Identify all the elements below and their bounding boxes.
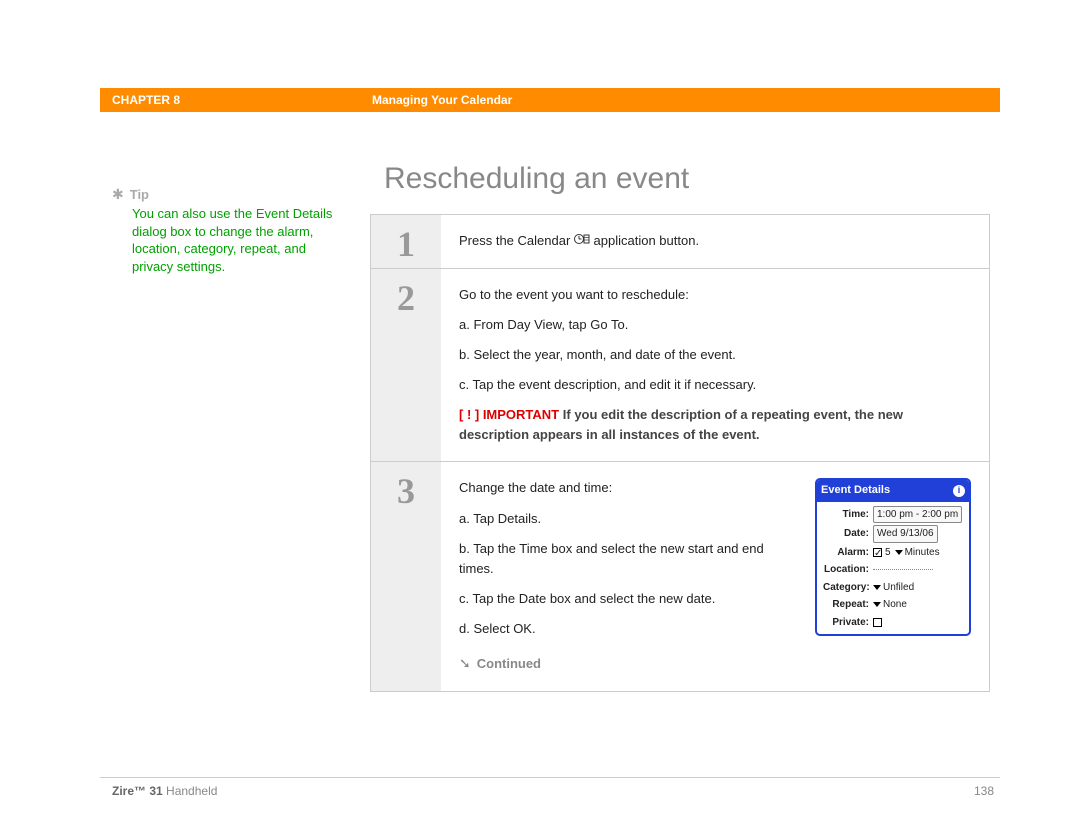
chapter-label: CHAPTER 8 — [112, 93, 372, 107]
evd-date-value[interactable]: Wed 9/13/06 — [873, 525, 938, 543]
event-details-title: Event Details — [821, 482, 890, 499]
evd-category-label: Category: — [823, 580, 873, 596]
step1-text: Press the Calendar — [459, 231, 971, 252]
step-number: 2 — [371, 269, 441, 462]
step2-a: a. From Day View, tap Go To. — [459, 315, 971, 335]
evd-date-label: Date: — [823, 526, 873, 542]
evd-alarm-label: Alarm: — [823, 545, 873, 561]
important-tag: [ ! ] IMPORTANT — [459, 407, 559, 422]
step3-d: d. Select OK. — [459, 619, 797, 639]
dropdown-icon[interactable] — [873, 602, 881, 607]
chapter-title: Managing Your Calendar — [372, 93, 512, 107]
step3-intro: Change the date and time: — [459, 478, 797, 498]
evd-repeat-value[interactable]: None — [883, 597, 907, 613]
page-title: Rescheduling an event — [384, 162, 990, 196]
step2-c: c. Tap the event description, and edit i… — [459, 375, 971, 395]
evd-alarm-unit[interactable]: Minutes — [905, 545, 940, 561]
event-details-dialog: Event Details i Time: 1:00 pm - 2:00 pm — [815, 478, 971, 636]
evd-private-label: Private: — [823, 615, 873, 631]
evd-alarm-num[interactable]: 5 — [885, 545, 891, 561]
step2-important: [ ! ] IMPORTANT If you edit the descript… — [459, 405, 971, 445]
page-footer: Zire™ 31 Handheld 138 — [100, 777, 1000, 798]
calendar-app-icon — [574, 231, 590, 251]
continued-indicator: ➘ Continued — [459, 653, 971, 675]
step-row-2: 2 Go to the event you want to reschedule… — [371, 269, 989, 463]
step3-c: c. Tap the Date box and select the new d… — [459, 589, 797, 609]
continued-label: Continued — [477, 654, 541, 674]
evd-time-value[interactable]: 1:00 pm - 2:00 pm — [873, 506, 962, 524]
continued-arrow-icon: ➘ — [459, 653, 471, 675]
evd-alarm-checkbox[interactable] — [873, 548, 882, 557]
step-number: 1 — [371, 215, 441, 268]
product-name: Zire™ 31 Handheld — [100, 784, 217, 798]
step2-b: b. Select the year, month, and date of t… — [459, 345, 971, 365]
evd-location-field[interactable] — [873, 569, 933, 570]
tip-star-icon: ✱ — [112, 186, 124, 203]
sidebar-tip: ✱ Tip You can also use the Event Details… — [100, 120, 370, 692]
step3-b: b. Tap the Time box and select the new s… — [459, 539, 797, 579]
evd-time-label: Time: — [823, 507, 873, 523]
dropdown-icon[interactable] — [895, 550, 903, 555]
step3-a: a. Tap Details. — [459, 509, 797, 529]
dropdown-icon[interactable] — [873, 585, 881, 590]
step-row-1: 1 Press the Calendar — [371, 215, 989, 269]
evd-private-checkbox[interactable] — [873, 618, 882, 627]
steps-table: 1 Press the Calendar — [370, 214, 990, 692]
evd-location-label: Location: — [823, 562, 873, 578]
chapter-header: CHAPTER 8 Managing Your Calendar — [100, 88, 1000, 112]
tip-label: Tip — [130, 187, 149, 202]
step-row-3: 3 Change the date and time: a. Tap Detai… — [371, 462, 989, 691]
tip-body: You can also use the Event Details dialo… — [112, 205, 350, 275]
info-icon[interactable]: i — [953, 485, 965, 497]
evd-repeat-label: Repeat: — [823, 597, 873, 613]
evd-category-value[interactable]: Unfiled — [883, 580, 914, 596]
step2-intro: Go to the event you want to reschedule: — [459, 285, 971, 305]
step-number: 3 — [371, 462, 441, 691]
page-number: 138 — [974, 784, 1000, 798]
